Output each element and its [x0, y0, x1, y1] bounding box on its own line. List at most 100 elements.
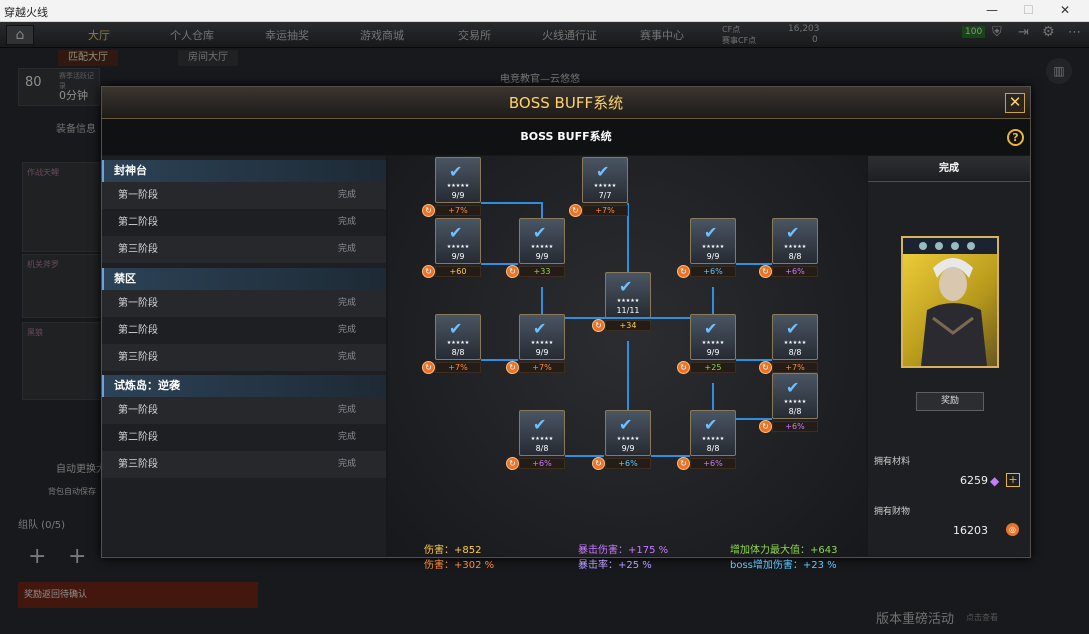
stat-damage-pct: 伤害：+302 % — [424, 560, 495, 571]
check-icon: ✔ — [533, 319, 547, 338]
node-count: 9/9 — [706, 348, 720, 357]
check-icon: ✔ — [704, 319, 718, 338]
window-title: 穿越火线 — [4, 6, 48, 19]
upgrade-icon[interactable]: ↻ — [759, 420, 772, 433]
close-button[interactable]: ✕ — [1005, 93, 1025, 113]
buff-node[interactable]: ✔ ★★★★★ 11/11 — [605, 272, 651, 318]
stage-row[interactable]: 第三阶段 完成 — [102, 344, 386, 371]
buff-node[interactable]: ✔ ★★★★★ 9/9 — [690, 314, 736, 360]
stars-icon: ★★★★★ — [446, 340, 470, 346]
buff-node[interactable]: ✔ ★★★★★ 9/9 — [519, 314, 565, 360]
upgrade-icon[interactable]: ↻ — [759, 265, 772, 278]
upgrade-icon[interactable]: ↻ — [422, 204, 435, 217]
stars-icon: ★★★★★ — [701, 436, 725, 442]
buff-node[interactable]: ✔ ★★★★★ 8/8 — [690, 410, 736, 456]
node-count: 9/9 — [706, 252, 720, 261]
stars-icon: ★★★★★ — [593, 183, 617, 189]
stars-icon: ★★★★★ — [530, 244, 554, 250]
node-bonus: +7% — [435, 205, 481, 216]
help-icon[interactable]: ? — [1007, 129, 1024, 146]
buff-node[interactable]: ✔ ★★★★★ 8/8 — [772, 314, 818, 360]
node-count: 8/8 — [788, 252, 802, 261]
check-icon: ✔ — [596, 162, 610, 181]
stars-icon: ★★★★★ — [530, 436, 554, 442]
stars-icon: ★★★★★ — [701, 244, 725, 250]
reward-panel: 完成 奖励 拥有材料 6259 ◆ + 拥有财物 16203 ◎ — [868, 156, 1030, 556]
node-count: 7/7 — [598, 191, 612, 200]
upgrade-icon[interactable]: ↻ — [759, 361, 772, 374]
node-bonus: +7% — [582, 205, 628, 216]
buff-node[interactable]: ✔ ★★★★★ 9/9 — [519, 218, 565, 264]
node-count: 8/8 — [451, 348, 465, 357]
buff-tree: ✔ ★★★★★ 9/9 ↻ +7% ✔ ★★★★★ 7/7 ↻ +7% ✔ ★★★★★ 9/9 ↻ +60 ✔… — [388, 156, 866, 556]
maximize-icon[interactable]: ☐ — [1023, 3, 1034, 17]
window-titlebar: 穿越火线 — ☐ ✕ — [0, 0, 1089, 22]
upgrade-icon[interactable]: ↻ — [592, 457, 605, 470]
check-icon: ✔ — [704, 415, 718, 434]
character-card — [901, 236, 999, 368]
stage-row[interactable]: 第二阶段 完成 — [102, 317, 386, 344]
stars-icon: ★★★★★ — [616, 436, 640, 442]
buff-node[interactable]: ✔ ★★★★★ 8/8 — [772, 218, 818, 264]
buff-node[interactable]: ✔ ★★★★★ 9/9 — [690, 218, 736, 264]
minimize-icon[interactable]: — — [986, 3, 998, 17]
upgrade-icon[interactable]: ↻ — [677, 457, 690, 470]
check-icon: ✔ — [619, 415, 633, 434]
upgrade-icon[interactable]: ↻ — [422, 361, 435, 374]
stars-icon: ★★★★★ — [616, 298, 640, 304]
stage-row[interactable]: 第一阶段 完成 — [102, 182, 386, 209]
upgrade-icon[interactable]: ↻ — [677, 265, 690, 278]
buff-node[interactable]: ✔ ★★★★★ 9/9 — [435, 157, 481, 203]
node-bonus: +6% — [605, 458, 651, 469]
node-count: 11/11 — [616, 306, 640, 315]
wealth-label: 拥有财物 — [874, 507, 911, 517]
upgrade-icon[interactable]: ↻ — [569, 204, 582, 217]
crystal-icon: ◆ — [990, 474, 1000, 488]
section-fengshentai[interactable]: 封神台 — [102, 160, 386, 182]
tab-complete[interactable]: 完成 — [868, 156, 1030, 182]
section-trial-island[interactable]: 试炼岛：逆袭 — [102, 375, 386, 397]
buff-node[interactable]: ✔ ★★★★★ 8/8 — [772, 373, 818, 419]
node-count: 9/9 — [451, 252, 465, 261]
dialog-title: BOSS BUFF系统 — [102, 87, 1030, 119]
check-icon: ✔ — [449, 162, 463, 181]
stage-row[interactable]: 第一阶段 完成 — [102, 397, 386, 424]
close-window-icon[interactable]: ✕ — [1060, 3, 1070, 17]
materials-label: 拥有材料 — [874, 457, 911, 467]
stage-row[interactable]: 第一阶段 完成 — [102, 290, 386, 317]
stage-row[interactable]: 第二阶段 完成 — [102, 424, 386, 451]
upgrade-icon[interactable]: ↻ — [506, 457, 519, 470]
node-bonus: +6% — [690, 266, 736, 277]
stat-crit-rate: 暴击率：+25 % — [578, 560, 652, 571]
stars-icon: ★★★★★ — [530, 340, 554, 346]
node-bonus: +7% — [435, 362, 481, 373]
upgrade-icon[interactable]: ↻ — [677, 361, 690, 374]
boss-buff-dialog: BOSS BUFF系统 ✕ BOSS BUFF系统 ? 封神台 第一阶段 完成 第… — [101, 86, 1031, 571]
upgrade-icon[interactable]: ↻ — [422, 265, 435, 278]
stars-icon: ★★★★★ — [446, 183, 470, 189]
node-count: 9/9 — [621, 444, 635, 453]
buff-node[interactable]: ✔ ★★★★★ 9/9 — [435, 218, 481, 264]
stage-row[interactable]: 第三阶段 完成 — [102, 236, 386, 263]
reward-button[interactable]: 奖励 — [916, 392, 984, 411]
stage-row[interactable]: 第三阶段 完成 — [102, 451, 386, 478]
buff-node[interactable]: ✔ ★★★★★ 9/9 — [605, 410, 651, 456]
stars-icon: ★★★★★ — [783, 244, 807, 250]
upgrade-icon[interactable]: ↻ — [592, 319, 605, 332]
game-client: ⌂ 大厅 个人仓库 幸运抽奖 游戏商城 交易所 火线通行证 赛事中心 CF点 赛… — [0, 22, 1089, 634]
stars-icon: ★★★★★ — [446, 244, 470, 250]
check-icon: ✔ — [619, 277, 633, 296]
buff-node[interactable]: ✔ ★★★★★ 8/8 — [519, 410, 565, 456]
buff-node[interactable]: ✔ ★★★★★ 8/8 — [435, 314, 481, 360]
section-jinqu[interactable]: 禁区 — [102, 268, 386, 290]
check-icon: ✔ — [449, 319, 463, 338]
stage-sidebar: 封神台 第一阶段 完成 第二阶段 完成 第三阶段 完成 禁区 第一阶段 完成 第二阶段完… — [102, 156, 386, 556]
buff-node[interactable]: ✔ ★★★★★ 7/7 — [582, 157, 628, 203]
node-bonus: +33 — [519, 266, 565, 277]
upgrade-icon[interactable]: ↻ — [506, 265, 519, 278]
add-material-icon[interactable]: + — [1006, 473, 1020, 487]
stat-crit-damage: 暴击伤害：+175 % — [578, 545, 669, 556]
upgrade-icon[interactable]: ↻ — [506, 361, 519, 374]
node-bonus: +6% — [690, 458, 736, 469]
stage-row[interactable]: 第二阶段 完成 — [102, 209, 386, 236]
